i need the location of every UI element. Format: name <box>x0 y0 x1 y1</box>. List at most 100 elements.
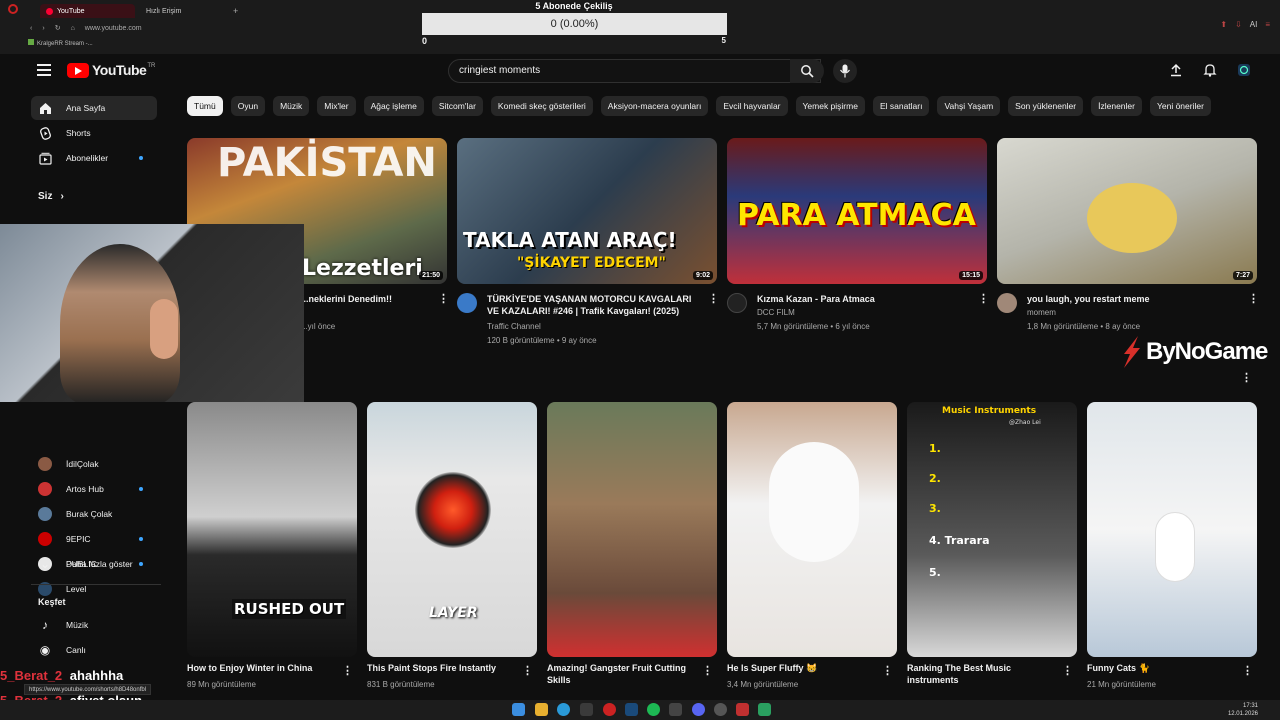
short-thumbnail[interactable] <box>1087 402 1257 657</box>
upload-icon[interactable] <box>1169 63 1183 77</box>
video-thumbnail[interactable]: 7:27 <box>997 138 1257 284</box>
video-title[interactable]: TÜRKİYE'DE YAŞANAN MOTORCU KAVGALARI VE … <box>487 293 697 317</box>
video-thumbnail[interactable]: PARA ATMACA 15:15 <box>727 138 987 284</box>
home-button-icon[interactable]: ⌂ <box>71 25 75 32</box>
subscription-item[interactable]: Burak Çolak <box>31 502 157 526</box>
more-actions-icon[interactable]: ⋮ <box>1248 292 1259 305</box>
app-icon[interactable] <box>580 703 593 716</box>
short-thumbnail[interactable] <box>547 402 717 657</box>
short-title[interactable]: How to Enjoy Winter in China <box>187 662 337 674</box>
short-title[interactable]: Ranking The Best Music instruments <box>907 662 1057 686</box>
filter-chip[interactable]: Oyun <box>230 96 266 116</box>
short-thumbnail[interactable]: Music Instruments @Zhao Lei 1. 2. 3. 4. … <box>907 402 1077 657</box>
subscription-item[interactable]: İdilÇolak <box>31 452 157 476</box>
extensions-icon[interactable]: ⬆ <box>1220 20 1227 29</box>
more-actions-icon[interactable]: ⋮ <box>342 664 353 677</box>
spotify-icon[interactable] <box>647 703 660 716</box>
filter-chip[interactable]: El sanatları <box>872 96 930 116</box>
more-actions-icon[interactable]: ⋮ <box>708 292 719 305</box>
sidebar-item-music[interactable]: ♪ Müzik <box>31 613 157 637</box>
filter-chip[interactable]: Sitcom'lar <box>431 96 483 116</box>
app-icon[interactable] <box>669 703 682 716</box>
filter-chip[interactable]: Ağaç işleme <box>363 96 424 116</box>
video-thumbnail[interactable]: TAKLA ATAN ARAÇ! "ŞİKAYET EDECEM" 9:02 <box>457 138 717 284</box>
sidebar-item-home[interactable]: Ana Sayfa <box>31 96 157 120</box>
back-icon[interactable]: ‹ <box>30 25 32 32</box>
discord-icon[interactable] <box>692 703 705 716</box>
subscription-item[interactable]: 9EPIC <box>31 527 157 551</box>
short-title[interactable]: This Paint Stops Fire Instantly <box>367 662 517 674</box>
show-more-button[interactable]: ⌄ Daha fazla göster <box>31 552 157 576</box>
opera-taskbar-icon[interactable] <box>603 703 616 716</box>
more-actions-icon[interactable]: ⋮ <box>702 664 713 677</box>
account-avatar-icon[interactable] <box>1237 63 1251 77</box>
more-actions-icon[interactable]: ⋮ <box>978 292 989 305</box>
guide-menu-icon[interactable] <box>37 64 51 76</box>
more-actions-icon[interactable]: ⋮ <box>522 664 533 677</box>
notifications-bell-icon[interactable] <box>1203 63 1217 77</box>
video-title[interactable]: Kızma Kazan - Para Atmaca <box>757 293 967 305</box>
filter-chip[interactable]: Yeni öneriler <box>1149 96 1211 116</box>
system-clock[interactable]: 17:31 12.01.2026 <box>1228 702 1258 718</box>
reload-icon[interactable]: ↻ <box>55 24 61 32</box>
subscription-item[interactable]: Artos Hub <box>31 477 157 501</box>
browser-tab-youtube[interactable]: YouTube <box>40 4 135 18</box>
channel-name[interactable]: momem <box>1027 306 1056 320</box>
filter-chip[interactable]: Aksiyon-macera oyunları <box>600 96 709 116</box>
url-text[interactable]: www.youtube.com <box>85 25 142 32</box>
sidebar-item-subscriptions[interactable]: Abonelikler <box>31 146 157 170</box>
short-thumbnail[interactable]: RUSHED OUT <box>187 402 357 657</box>
steam-icon[interactable] <box>625 703 638 716</box>
file-explorer-icon[interactable] <box>535 703 548 716</box>
menu-icon[interactable]: ≡ <box>1265 20 1270 29</box>
filter-chip[interactable]: Vahşi Yaşam <box>937 96 1001 116</box>
channel-avatar[interactable] <box>457 293 477 313</box>
sidebar-you-header[interactable]: Siz › <box>38 191 64 202</box>
filter-chip[interactable]: Son yüklenenler <box>1008 96 1084 116</box>
obs-icon[interactable] <box>714 703 727 716</box>
voice-search-button[interactable] <box>833 59 857 83</box>
download-icon[interactable]: ⇩ <box>1235 20 1242 29</box>
short-title[interactable]: Funny Cats 🐈 <box>1087 662 1237 674</box>
video-title[interactable]: you laugh, you restart meme <box>1027 293 1237 305</box>
forward-icon[interactable]: › <box>42 25 44 32</box>
filter-chip[interactable]: Tümü <box>187 96 223 116</box>
filter-chip[interactable]: İzlenenler <box>1091 96 1142 116</box>
start-menu-icon[interactable] <box>512 703 525 716</box>
channel-name[interactable]: Traffic Channel <box>487 320 541 334</box>
opera-logo-icon[interactable] <box>8 4 18 14</box>
filter-chip[interactable]: Müzik <box>273 96 310 116</box>
address-bar[interactable]: ‹ › ↻ ⌂ www.youtube.com <box>30 21 430 35</box>
filter-chip[interactable]: Komedi skeç gösterileri <box>490 96 593 116</box>
shorts-shelf-menu-icon[interactable]: ⋮ <box>1241 371 1252 384</box>
sidebar-item-live[interactable]: ◉ Canlı <box>31 638 157 662</box>
search-query[interactable]: cringiest moments <box>459 65 540 76</box>
channel-avatar[interactable] <box>997 293 1017 313</box>
search-input[interactable]: cringiest moments ✕ <box>448 59 821 83</box>
short-title[interactable]: He Is Super Fluffy 😸 <box>727 662 877 674</box>
bookmark-item[interactable]: KralgeRR Stream -... <box>28 39 93 47</box>
channel-name[interactable]: DCC FILM <box>757 306 795 320</box>
search-button[interactable] <box>790 59 824 83</box>
short-thumbnail[interactable]: LAYER <box>367 402 537 657</box>
sidebar-item-shorts[interactable]: Shorts <box>31 121 157 145</box>
ai-label[interactable]: AI <box>1250 20 1258 29</box>
short-title[interactable]: Amazing! Gangster Fruit Cutting Skills <box>547 662 697 686</box>
short-thumbnail[interactable] <box>727 402 897 657</box>
app-icon[interactable] <box>736 703 749 716</box>
app-icon[interactable] <box>758 703 771 716</box>
thumbnail-caption: LAYER <box>429 605 478 621</box>
more-actions-icon[interactable]: ⋮ <box>1242 664 1253 677</box>
filter-chip[interactable]: Evcil hayvanlar <box>716 96 788 116</box>
channel-avatar[interactable] <box>727 293 747 313</box>
filter-chip[interactable]: Yemek pişirme <box>795 96 865 116</box>
browser-tab-quick-access[interactable]: Hızlı Erişim <box>140 4 230 18</box>
more-actions-icon[interactable]: ⋮ <box>882 664 893 677</box>
more-actions-icon[interactable]: ⋮ <box>438 292 449 305</box>
youtube-logo[interactable]: YouTube TR <box>67 62 155 78</box>
more-actions-icon[interactable]: ⋮ <box>1062 664 1073 677</box>
edge-icon[interactable] <box>557 703 570 716</box>
new-tab-icon[interactable]: + <box>233 6 238 16</box>
video-title[interactable]: ...neklerini Denedim!! <box>301 293 441 305</box>
filter-chip[interactable]: Mix'ler <box>317 96 356 116</box>
